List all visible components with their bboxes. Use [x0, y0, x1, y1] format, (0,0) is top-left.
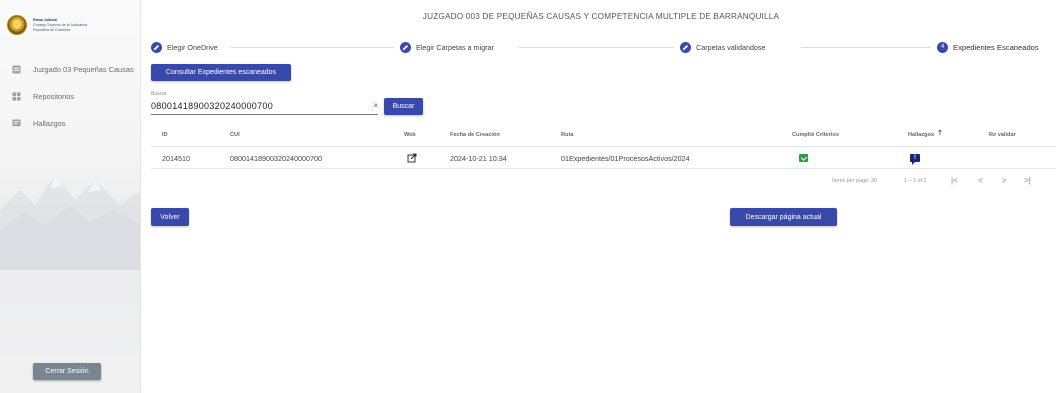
seal-icon — [7, 15, 27, 35]
step-label: Elegir Carpetas a migrar — [416, 42, 494, 52]
search-label: Buscar — [151, 91, 167, 97]
feedback-icon[interactable]: ! — [910, 154, 920, 165]
sidebar-item-repositorios[interactable]: Repositorios — [0, 89, 140, 103]
sidebar-item-label: Repositorios — [33, 91, 75, 101]
check-icon — [799, 154, 808, 162]
consult-scanned-button[interactable]: Consultar Expedientes escaneados — [151, 64, 291, 81]
header-cumplio[interactable]: Cumplió Criterios — [792, 122, 839, 147]
cell-hallazgos: ! — [910, 147, 920, 169]
back-button[interactable]: Volver — [151, 208, 189, 226]
step-connector — [231, 47, 394, 48]
step-expedientes-escaneados[interactable]: 4 Expedientes Escaneados — [937, 40, 1039, 54]
sidebar-item-juzgado[interactable]: Juzgado 03 Pequeñas Causas — [0, 62, 140, 76]
step-label: Carpetas validandose — [696, 42, 766, 52]
page-title: JUZGADO 003 DE PEQUEÑAS CAUSAS Y COMPETE… — [422, 12, 780, 21]
download-page-button[interactable]: Descargar página actual — [730, 208, 837, 226]
search-input[interactable] — [151, 99, 366, 112]
header-cui[interactable]: CUI — [230, 122, 240, 147]
cell-cui: 08001418900320240000700 — [230, 153, 322, 163]
items-per-page[interactable]: Items per page: 30 — [832, 178, 877, 184]
cell-ruta: 01Expedientes/01ProcesosActivos/2024 — [561, 153, 690, 163]
sidebar-item-label: Juzgado 03 Pequeñas Causas — [33, 64, 134, 74]
table-header: ID CUI Web Fecha de Creación Ruta Cumpli… — [151, 122, 1056, 147]
mountains-background — [0, 175, 140, 270]
logo-line-2: Consejo Superior de la Judicatura — [33, 23, 88, 27]
step-carpetas-validandose[interactable]: Carpetas validandose — [680, 40, 766, 54]
header-hallazgos[interactable]: Hallazgos 🡑 — [908, 122, 942, 147]
cell-id: 2014510 — [162, 153, 190, 163]
grid-icon — [12, 91, 21, 101]
header-id[interactable]: ID — [162, 122, 168, 147]
step-label: Expedientes Escaneados — [953, 42, 1039, 52]
table-row: 2014510 08001418900320240000700 2024-10-… — [151, 147, 1056, 169]
results-table: ID CUI Web Fecha de Creación Ruta Cumpli… — [151, 122, 1056, 169]
sidebar-item-hallazgos[interactable]: Hallazgos — [0, 116, 140, 130]
logo-line-3: República de Colombia — [33, 28, 71, 32]
sidebar: Rama Judicial Consejo Superior de la Jud… — [0, 0, 141, 393]
header-revalidar[interactable]: Re validar — [989, 122, 1016, 147]
sidebar-item-label: Hallazgos — [33, 118, 66, 128]
main-content: JUZGADO 003 DE PEQUEÑAS CAUSAS Y COMPETE… — [141, 0, 1061, 393]
edit-icon — [400, 41, 411, 53]
first-page-button[interactable]: |< — [951, 176, 958, 185]
step-elegir-onedrive[interactable]: Elegir OneDrive — [151, 40, 218, 54]
next-page-button[interactable]: > — [1002, 176, 1007, 185]
app-window: Rama Judicial Consejo Superior de la Jud… — [0, 0, 1061, 393]
sidebar-nav: Juzgado 03 Pequeñas Causas Repositorios … — [0, 62, 140, 143]
judicial-logo: Rama Judicial Consejo Superior de la Jud… — [7, 13, 137, 37]
step-label: Elegir OneDrive — [167, 42, 218, 52]
cell-fecha: 2024-10-21 10:34 — [450, 153, 507, 163]
paginator: Items per page: 30 1 – 1 of 1 |< < > >| — [151, 176, 1056, 190]
logo-text: Rama Judicial Consejo Superior de la Jud… — [33, 18, 87, 32]
cell-web — [407, 147, 417, 169]
search-field: Buscar × — [151, 91, 378, 115]
last-page-button[interactable]: >| — [1024, 176, 1031, 185]
header-hallazgos-label: Hallazgos — [908, 131, 935, 138]
search-button[interactable]: Buscar — [384, 98, 423, 115]
open-external-icon[interactable] — [407, 153, 417, 163]
page-range: 1 – 1 of 1 — [904, 178, 927, 184]
message-icon — [12, 118, 21, 126]
sort-arrow-icon: 🡑 — [938, 130, 942, 137]
logout-button[interactable]: Cerrar Sesión — [33, 363, 101, 380]
logo-line-1: Rama Judicial — [33, 18, 58, 22]
clear-icon[interactable]: × — [373, 101, 378, 110]
edit-icon — [151, 41, 162, 53]
step-number: 4 — [937, 41, 948, 53]
header-fecha[interactable]: Fecha de Creación — [450, 122, 500, 147]
step-connector — [519, 47, 674, 48]
header-ruta[interactable]: Ruta — [561, 122, 573, 147]
stepper: Elegir OneDrive Elegir Carpetas a migrar… — [151, 40, 1056, 54]
folder-icon — [12, 64, 21, 74]
step-connector — [801, 47, 931, 48]
header-web[interactable]: Web — [404, 122, 416, 147]
step-elegir-carpetas[interactable]: Elegir Carpetas a migrar — [400, 40, 494, 54]
cell-cumplio — [799, 147, 808, 169]
previous-page-button[interactable]: < — [978, 176, 983, 185]
edit-icon — [680, 41, 691, 53]
